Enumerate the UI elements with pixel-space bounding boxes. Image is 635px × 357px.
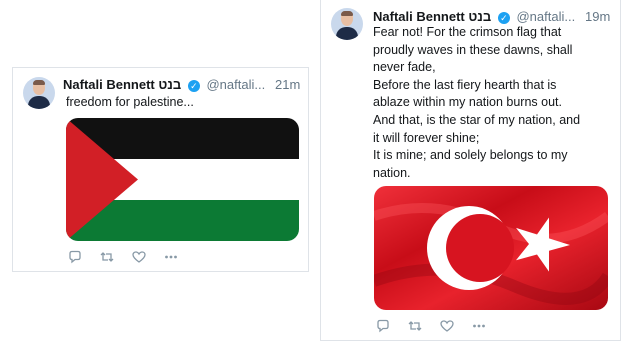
tweet-header: Naftali Bennett בנט ✓ @naftali... 19m — [373, 9, 610, 24]
reply-icon[interactable] — [375, 318, 391, 334]
more-icon[interactable] — [471, 318, 487, 334]
author-handle[interactable]: @naftali... — [516, 9, 575, 24]
turkish-flag-image[interactable] — [374, 186, 608, 310]
tweet-text-line: Fear not! For the crimson flag that — [373, 25, 562, 39]
tweet-actions — [375, 318, 487, 334]
retweet-icon[interactable] — [99, 249, 115, 265]
tweet-text-line: It is mine; and solely belongs to my — [373, 148, 568, 163]
tweet-text-line: nation. — [373, 165, 411, 180]
avatar[interactable] — [23, 77, 55, 109]
tweet-card-palestine[interactable]: Naftali Bennett בנט ✓ @naftali... 21m fr… — [12, 67, 309, 272]
tweet-text: Fear not! For the crimson flag that prou… — [373, 24, 618, 182]
author-hebrew-name[interactable]: בנט — [158, 77, 181, 92]
tweet-card-turkey[interactable]: Naftali Bennett בנט ✓ @naftali... 19m Fe… — [320, 0, 621, 341]
author-name[interactable]: Naftali Bennett — [63, 77, 155, 92]
tweet-text-line: never fade, — [373, 60, 436, 75]
author-name[interactable]: Naftali Bennett — [373, 9, 465, 24]
author-handle[interactable]: @naftali... — [206, 77, 265, 92]
avatar[interactable] — [331, 8, 363, 40]
author-hebrew-name[interactable]: בנט — [468, 9, 491, 24]
reply-icon[interactable] — [67, 249, 83, 265]
tweet-text-line: ablaze within my nation burns out. — [373, 95, 562, 110]
like-icon[interactable] — [439, 318, 455, 334]
tweet-text-line: And that, is the star of my nation, and — [373, 112, 581, 127]
tweet-text-line: proudly waves in these dawns, shall — [373, 42, 573, 57]
tweet-text-line: Before the last fiery hearth that is — [373, 77, 557, 92]
verified-icon: ✓ — [187, 80, 200, 92]
like-icon[interactable] — [131, 249, 147, 265]
tweet-header: Naftali Bennett בנט ✓ @naftali... 21m — [63, 77, 300, 92]
retweet-icon[interactable] — [407, 318, 423, 334]
tweet-time[interactable]: 19m — [585, 9, 610, 24]
more-icon[interactable] — [163, 249, 179, 265]
verified-icon: ✓ — [497, 12, 510, 24]
tweet-text-line: it will forever shine; — [373, 130, 480, 145]
tweet-text: freedom for palestine... — [66, 95, 194, 109]
palestinian-flag-image[interactable] — [66, 118, 299, 241]
tweet-actions — [67, 249, 179, 265]
tweet-time[interactable]: 21m — [275, 77, 300, 92]
